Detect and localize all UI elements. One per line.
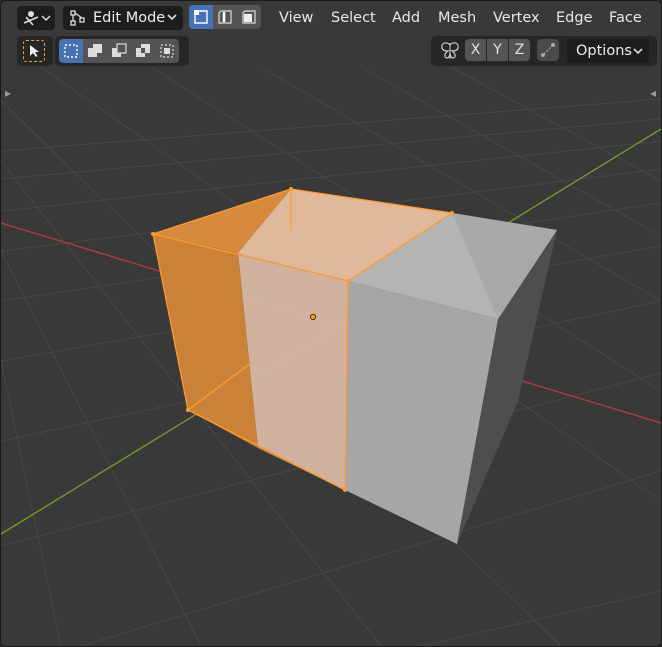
options-label: Options [576,43,632,59]
selection-mode-panel [55,36,189,66]
editor-type-button[interactable] [17,6,55,30]
menu-face[interactable]: Face [609,7,642,29]
select-mode-group [189,5,261,29]
mirror-butterfly-icon[interactable] [439,41,461,61]
edge-select-button[interactable] [213,5,237,29]
toolbar-expand-arrow[interactable]: ▸ [5,86,11,100]
intersect-selection-icon [158,42,176,60]
extend-selection-button[interactable] [83,39,107,63]
menu-add[interactable]: Add [392,7,420,29]
menu-mesh[interactable]: Mesh [438,7,476,29]
object-origin [309,313,317,321]
intersect-selection-button[interactable] [155,39,179,63]
mirror-z-toggle[interactable]: Z [509,39,530,61]
menu-select[interactable]: Select [331,7,376,29]
active-tool-button[interactable] [23,40,45,62]
subtract-selection-icon [110,42,128,60]
snapping-toggle[interactable] [537,39,559,61]
viewport-header: Edit Mode View Select Add Mesh Vertex Ed… [1,1,661,35]
mirror-y-toggle[interactable]: Y [487,39,508,61]
active-tool-panel [17,36,53,66]
menu-edge[interactable]: Edge [556,7,593,29]
blender-3d-viewport-window: ▸ ◂ Edit Mode View Select Add Mesh Verte… [0,0,662,647]
vertex-select-icon [192,8,210,26]
mirror-x-toggle[interactable]: X [465,39,486,61]
options-dropdown[interactable]: Options [567,39,649,63]
vertex-select-button[interactable] [189,5,213,29]
edit-mode-icon [69,9,89,27]
mesh-options-panel: X Y Z Options [431,36,657,66]
viewport-canvas[interactable] [1,1,661,646]
tool-settings-bar: X Y Z Options [1,35,661,67]
face-select-button[interactable] [237,5,261,29]
extend-selection-icon [86,42,104,60]
face-select-icon [240,8,258,26]
mode-dropdown[interactable]: Edit Mode [63,6,183,30]
mode-label: Edit Mode [93,10,166,26]
edge-select-icon [216,8,234,26]
cursor-select-icon [28,44,40,58]
chevron-down-icon [633,44,643,58]
selection-ops-group [59,39,179,63]
select-box-button[interactable] [59,39,83,63]
gizmo-icon [21,9,51,27]
menu-vertex[interactable]: Vertex [493,7,540,29]
menu-view[interactable]: View [279,7,313,29]
sidebar-expand-arrow[interactable]: ◂ [650,86,656,100]
chevron-down-icon [167,10,177,24]
subtract-selection-button[interactable] [107,39,131,63]
invert-selection-button[interactable] [131,39,155,63]
snapping-icon [540,42,556,58]
invert-selection-icon [134,42,152,60]
select-box-icon [62,42,80,60]
